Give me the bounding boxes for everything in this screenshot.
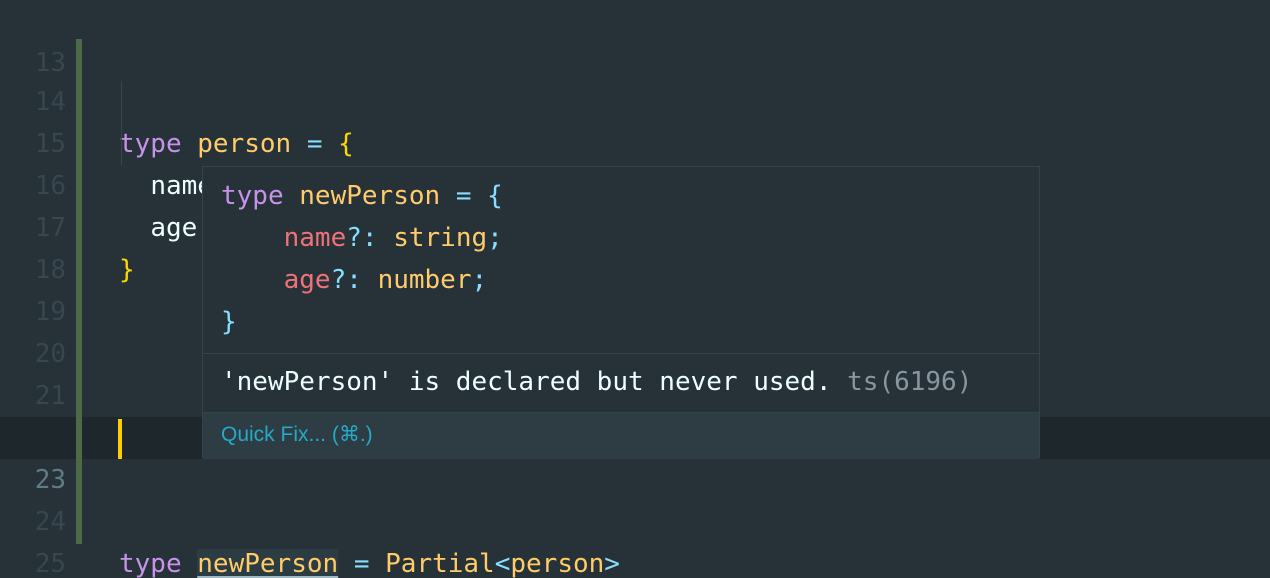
code-line-24[interactable]: 24 type newPerson = Partial<person> (0, 459, 1270, 578)
operator-token: = (455, 181, 472, 211)
type-name-token: person (510, 549, 605, 578)
code-line-25[interactable]: 25 (0, 501, 1270, 578)
property-token: name (283, 223, 347, 253)
hover-code-line: } (221, 301, 503, 343)
diagnostic-code: ts(6196) (847, 367, 973, 397)
code-line-13[interactable]: 13 (0, 0, 1270, 78)
keyword-token: type (221, 181, 284, 211)
hover-code-line: age?: number; (221, 259, 503, 301)
type-name-token: number (377, 265, 472, 295)
type-name-token: Partial (385, 549, 495, 578)
code-line-15[interactable]: 15 name: string (0, 81, 1270, 201)
bracket-token: } (221, 307, 237, 337)
angle-bracket-token: < (494, 549, 511, 578)
unused-identifier[interactable]: newPerson (197, 549, 339, 578)
diagnostic-message: 'newPerson' is declared but never used. … (221, 361, 972, 403)
hover-tooltip: type newPerson = { name?: string; age?: … (202, 166, 1040, 459)
keyword-token: type (119, 549, 182, 578)
code-line-14[interactable]: 14 type person = { (0, 39, 1270, 159)
hover-divider (203, 353, 1039, 354)
type-name-token: newPerson (299, 181, 441, 211)
operator-token: = (353, 549, 370, 578)
hover-code-line: type newPerson = { (221, 175, 503, 217)
quick-fix-link[interactable]: Quick Fix... (⌘.) (221, 413, 373, 457)
semicolon-token: ; (487, 223, 503, 253)
line-number: 25 (34, 549, 66, 578)
text-cursor (118, 419, 122, 459)
semicolon-token: ; (471, 265, 488, 295)
hover-code-line: name?: string; (221, 217, 503, 259)
code-line-16[interactable]: 16 age: number (0, 123, 1270, 243)
hover-type-preview: type newPerson = { name?: string; age?: … (221, 175, 503, 343)
code-text: type newPerson = Partial<person> (119, 543, 620, 578)
code-editor[interactable]: 13 14 type person = { 15 name: string 16… (0, 0, 1270, 578)
diagnostic-text: 'newPerson' is declared but never used. (221, 367, 832, 397)
operator-token: ?: (330, 265, 362, 295)
bracket-token: { (487, 181, 503, 211)
angle-bracket-token: > (604, 549, 620, 578)
indent-guide (121, 81, 122, 165)
operator-token: ?: (346, 223, 378, 253)
property-token: age (283, 265, 331, 295)
type-name-token: string (393, 223, 488, 253)
modified-lines-gutter-indicator (76, 39, 82, 544)
hover-actions-bar: Quick Fix... (⌘.) (203, 412, 1039, 459)
